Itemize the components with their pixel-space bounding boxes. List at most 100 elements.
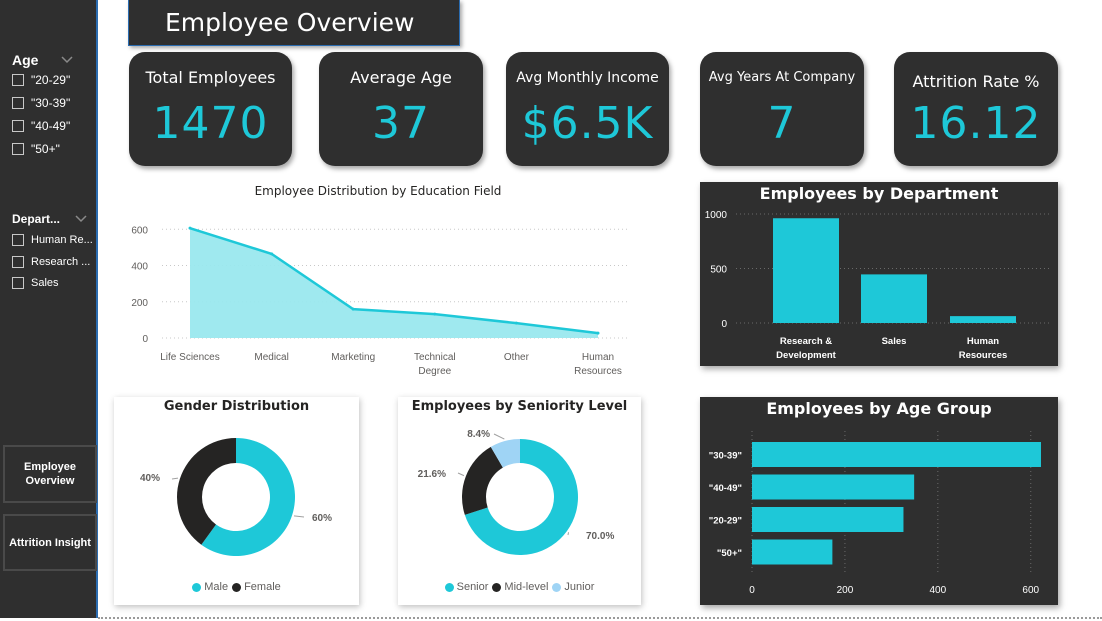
gender-chart-panel: Gender Distribution 60% 40% Male Female: [114, 397, 359, 605]
legend-dot-icon: [444, 582, 454, 592]
kpi-card-attrition-rate: Attrition Rate % 16.12: [894, 52, 1058, 166]
legend-entry-mid-level: Mid-level: [492, 581, 548, 593]
checkbox-icon[interactable]: [12, 234, 24, 246]
legend-entry-senior: Senior: [444, 581, 488, 593]
gender-donut-plot: 60% 40%: [140, 438, 332, 556]
legend-dot-icon: [552, 582, 562, 592]
leader-line: [493, 433, 505, 440]
data-point: [270, 252, 274, 256]
leader-line: [567, 532, 570, 536]
legend-entry-female: Female: [232, 581, 281, 593]
y-tick-label: "20-29": [709, 516, 742, 527]
bottom-divider: [98, 617, 1102, 619]
data-point: [433, 312, 437, 316]
leader-line: [293, 515, 305, 518]
kpi-label: Average Age: [350, 68, 452, 87]
y-tick-label: 200: [131, 298, 148, 309]
kpi-label: Total Employees: [145, 68, 276, 87]
age-slicer-title: Age: [12, 52, 39, 68]
department-slicer-title: Depart...: [12, 212, 61, 226]
x-tick-label: Life Sciences: [160, 352, 219, 363]
checkbox-icon[interactable]: [12, 256, 24, 268]
age-group-bar-plot: 0 200 400 600 "30-39" "40-49" "20-29" "50+": [709, 431, 1041, 596]
bar: [752, 539, 833, 565]
bar: [752, 442, 1041, 467]
chevron-down-icon[interactable]: [60, 55, 74, 65]
checkbox-icon[interactable]: [12, 120, 24, 132]
x-tick-label: Resources: [574, 366, 622, 377]
legend-entry-junior: Junior: [552, 581, 594, 593]
x-tick-label: Research &: [780, 336, 832, 347]
legend-entry-male: Male: [192, 581, 228, 593]
attrition-insight-nav-button[interactable]: Attrition Insight: [3, 514, 97, 571]
area-fill: [190, 228, 598, 338]
y-tick-label: "50+": [717, 548, 742, 559]
seniority-donut-plot: 70.0% 21.6% 8.4%: [418, 429, 614, 555]
kpi-value: 16.12: [910, 98, 1042, 149]
x-tick-label: 200: [837, 585, 854, 596]
education-field-chart: Employee Distribution by Education Field…: [118, 180, 638, 380]
leader-line: [171, 477, 179, 480]
data-label: 21.6%: [418, 469, 446, 480]
donut-slice: [176, 438, 236, 545]
bar: [752, 507, 904, 532]
checkbox-icon[interactable]: [12, 277, 24, 289]
kpi-label: Attrition Rate %: [912, 72, 1040, 91]
data-point: [514, 321, 518, 325]
kpi-card-average-age: Average Age 37: [319, 52, 483, 166]
kpi-value: 1470: [152, 98, 269, 149]
kpi-value: $6.5K: [521, 98, 654, 149]
kpi-card-avg-years-at-company: Avg Years At Company 7: [700, 52, 864, 166]
x-tick-label: 400: [930, 585, 947, 596]
data-point: [351, 307, 355, 311]
age-option-20-29[interactable]: "20-29": [12, 72, 70, 88]
y-tick-label: 400: [131, 262, 148, 273]
bar: [861, 274, 927, 323]
y-tick-label: "40-49": [709, 483, 742, 494]
kpi-card-total-employees: Total Employees 1470: [129, 52, 292, 166]
sidebar: Age "20-29" "30-39" "40-49" "50+" Depart…: [0, 0, 98, 618]
kpi-label: Avg Monthly Income: [516, 70, 659, 86]
x-tick-label: Human: [967, 336, 999, 347]
y-tick-label: 600: [131, 225, 148, 236]
dept-option-sales[interactable]: Sales: [12, 275, 59, 291]
data-label: 70.0%: [586, 531, 614, 542]
bar: [950, 316, 1016, 323]
page-title: Employee Overview: [128, 0, 460, 46]
checkbox-icon[interactable]: [12, 97, 24, 109]
chevron-down-icon[interactable]: [74, 214, 88, 224]
x-tick-label: Marketing: [331, 352, 375, 363]
education-area-plot: 0 200 400 600 Life Sciences Medical Marketing T…: [131, 225, 630, 377]
x-tick-label: Sales: [882, 336, 907, 347]
dept-option-research[interactable]: Research ...: [12, 254, 90, 270]
y-tick-label: 0: [721, 319, 727, 330]
gender-legend: Male Female: [114, 581, 359, 593]
employee-overview-nav-button[interactable]: Employee Overview: [3, 445, 97, 503]
y-tick-label: 500: [710, 265, 727, 276]
x-tick-label: Human: [582, 352, 614, 363]
x-tick-label: 600: [1022, 585, 1039, 596]
legend-dot-icon: [192, 582, 202, 592]
y-tick-label: 1000: [705, 210, 728, 221]
kpi-value: 7: [767, 98, 797, 149]
x-tick-label: Technical: [414, 352, 456, 363]
age-option-50-plus[interactable]: "50+": [12, 141, 60, 157]
x-tick-label: Degree: [418, 366, 451, 377]
age-option-40-49[interactable]: "40-49": [12, 118, 70, 134]
legend-dot-icon: [492, 582, 502, 592]
department-bar-plot: 0 500 1000 Research & Development Sales Human R…: [705, 210, 1052, 361]
dept-option-human-resources[interactable]: Human Re...: [12, 232, 93, 248]
kpi-label: Avg Years At Company: [708, 70, 856, 85]
x-tick-label: Other: [504, 352, 530, 363]
age-option-30-39[interactable]: "30-39": [12, 95, 70, 111]
seniority-chart-panel: Employees by Seniority Level 70.0% 21.6% 8…: [398, 397, 641, 605]
kpi-value: 37: [372, 98, 430, 149]
leader-line: [457, 472, 465, 477]
data-label: 60%: [312, 513, 332, 524]
checkbox-icon[interactable]: [12, 74, 24, 86]
data-point: [188, 226, 192, 230]
data-point: [596, 331, 600, 335]
seniority-legend: Senior Mid-level Junior: [398, 581, 641, 593]
bar: [752, 474, 915, 500]
checkbox-icon[interactable]: [12, 143, 24, 155]
